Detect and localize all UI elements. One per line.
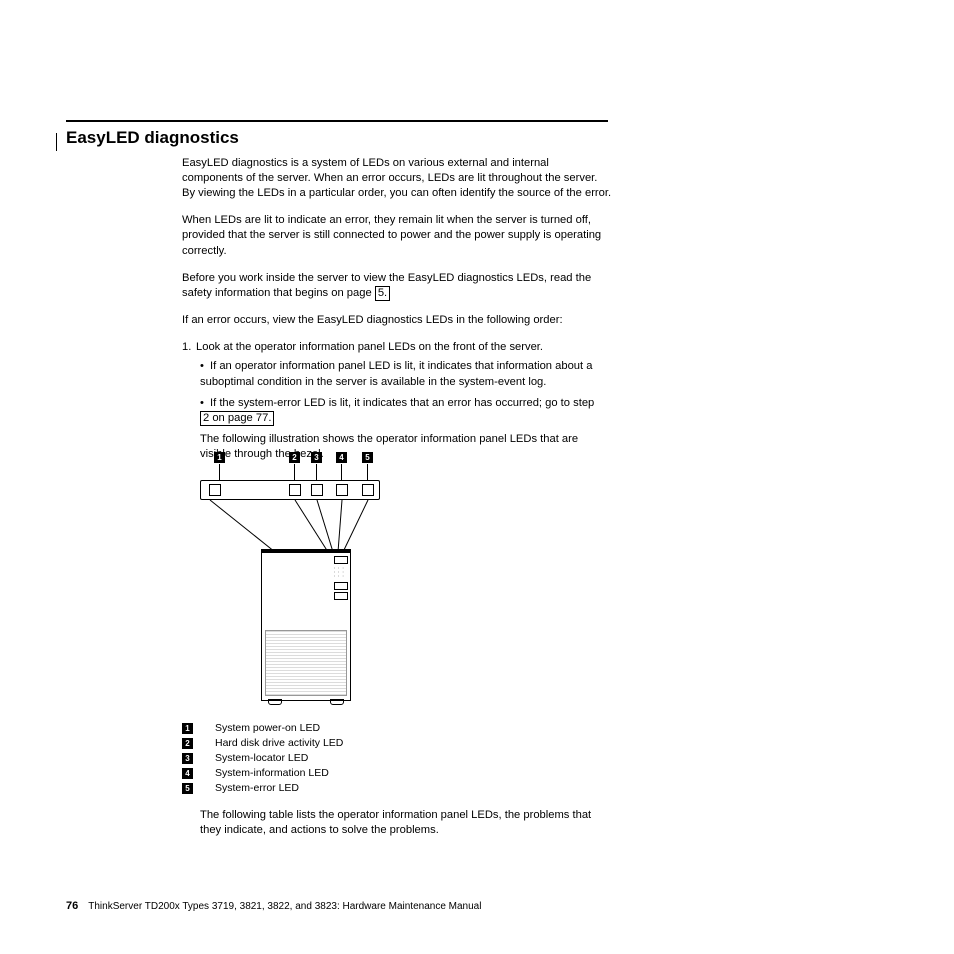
legend-text: System-locator LED [215, 752, 308, 764]
ordered-list: 1.Look at the operator information panel… [182, 340, 612, 462]
callout-number: 4 [336, 452, 347, 463]
item-text: Look at the operator information panel L… [196, 341, 543, 353]
legend-number: 4 [182, 768, 193, 779]
led-panel [200, 480, 380, 500]
legend-text: System-error LED [215, 782, 299, 794]
hdd-led-icon [289, 484, 301, 496]
callout-number: 1 [214, 452, 225, 463]
leader-line [341, 464, 342, 480]
paragraph: If an error occurs, view the EasyLED dia… [182, 313, 612, 328]
legend-item: 2 Hard disk drive activity LED [182, 737, 343, 749]
legend-item: 1 System power-on LED [182, 722, 343, 734]
power-led-icon [209, 484, 221, 496]
list-item: •If the system-error LED is lit, it indi… [200, 396, 612, 427]
page: EasyLED diagnostics EasyLED diagnostics … [0, 0, 954, 954]
bullet-list: •If an operator information panel LED is… [200, 359, 612, 426]
page-link[interactable]: 5. [375, 286, 390, 301]
leader-line [316, 464, 317, 480]
diagram-legend: 1 System power-on LED 2 Hard disk drive ac… [182, 722, 343, 797]
body-column: EasyLED diagnostics is a system of LEDs … [182, 156, 612, 472]
leader-line [219, 464, 220, 480]
callout-number: 2 [289, 452, 300, 463]
callout-number: 3 [311, 452, 322, 463]
locator-led-icon [311, 484, 323, 496]
legend-number: 5 [182, 783, 193, 794]
change-bar [56, 133, 57, 151]
paragraph: EasyLED diagnostics is a system of LEDs … [182, 156, 612, 201]
page-footer: 76 ThinkServer TD200x Types 3719, 3821, 3… [66, 900, 481, 912]
footer-text: ThinkServer TD200x Types 3719, 3821, 382… [88, 901, 481, 912]
legend-item: 4 System-information LED [182, 767, 343, 779]
list-item: •If an operator information panel LED is… [200, 359, 612, 389]
legend-number: 2 [182, 738, 193, 749]
item-number: 1. [182, 340, 196, 355]
paragraph: When LEDs are lit to indicate an error, … [182, 213, 612, 258]
callout-number: 5 [362, 452, 373, 463]
leader-line [367, 464, 368, 480]
info-led-icon [336, 484, 348, 496]
legend-item: 3 System-locator LED [182, 752, 343, 764]
item-text: If the system-error LED is lit, it indic… [210, 397, 594, 409]
bullet-icon: • [200, 396, 210, 411]
leader-line [294, 464, 295, 480]
legend-text: System-information LED [215, 767, 329, 779]
paragraph: Before you work inside the server to vie… [182, 271, 612, 302]
paragraph: The following table lists the operator i… [200, 808, 612, 838]
step-link[interactable]: 2 on page 77. [200, 411, 274, 426]
list-item: 1.Look at the operator information panel… [182, 340, 612, 462]
page-number: 76 [66, 900, 78, 912]
horizontal-rule [66, 120, 608, 122]
legend-number: 3 [182, 753, 193, 764]
section-heading: EasyLED diagnostics [66, 128, 239, 148]
legend-item: 5 System-error LED [182, 782, 343, 794]
operator-panel-diagram: 1 2 3 4 5 [200, 452, 400, 706]
legend-number: 1 [182, 723, 193, 734]
item-text: If an operator information panel LED is … [200, 360, 592, 387]
server-tower-icon: : : :: : :: : : [261, 549, 351, 701]
legend-text: System power-on LED [215, 722, 320, 734]
legend-text: Hard disk drive activity LED [215, 737, 343, 749]
bullet-icon: • [200, 359, 210, 374]
error-led-icon [362, 484, 374, 496]
